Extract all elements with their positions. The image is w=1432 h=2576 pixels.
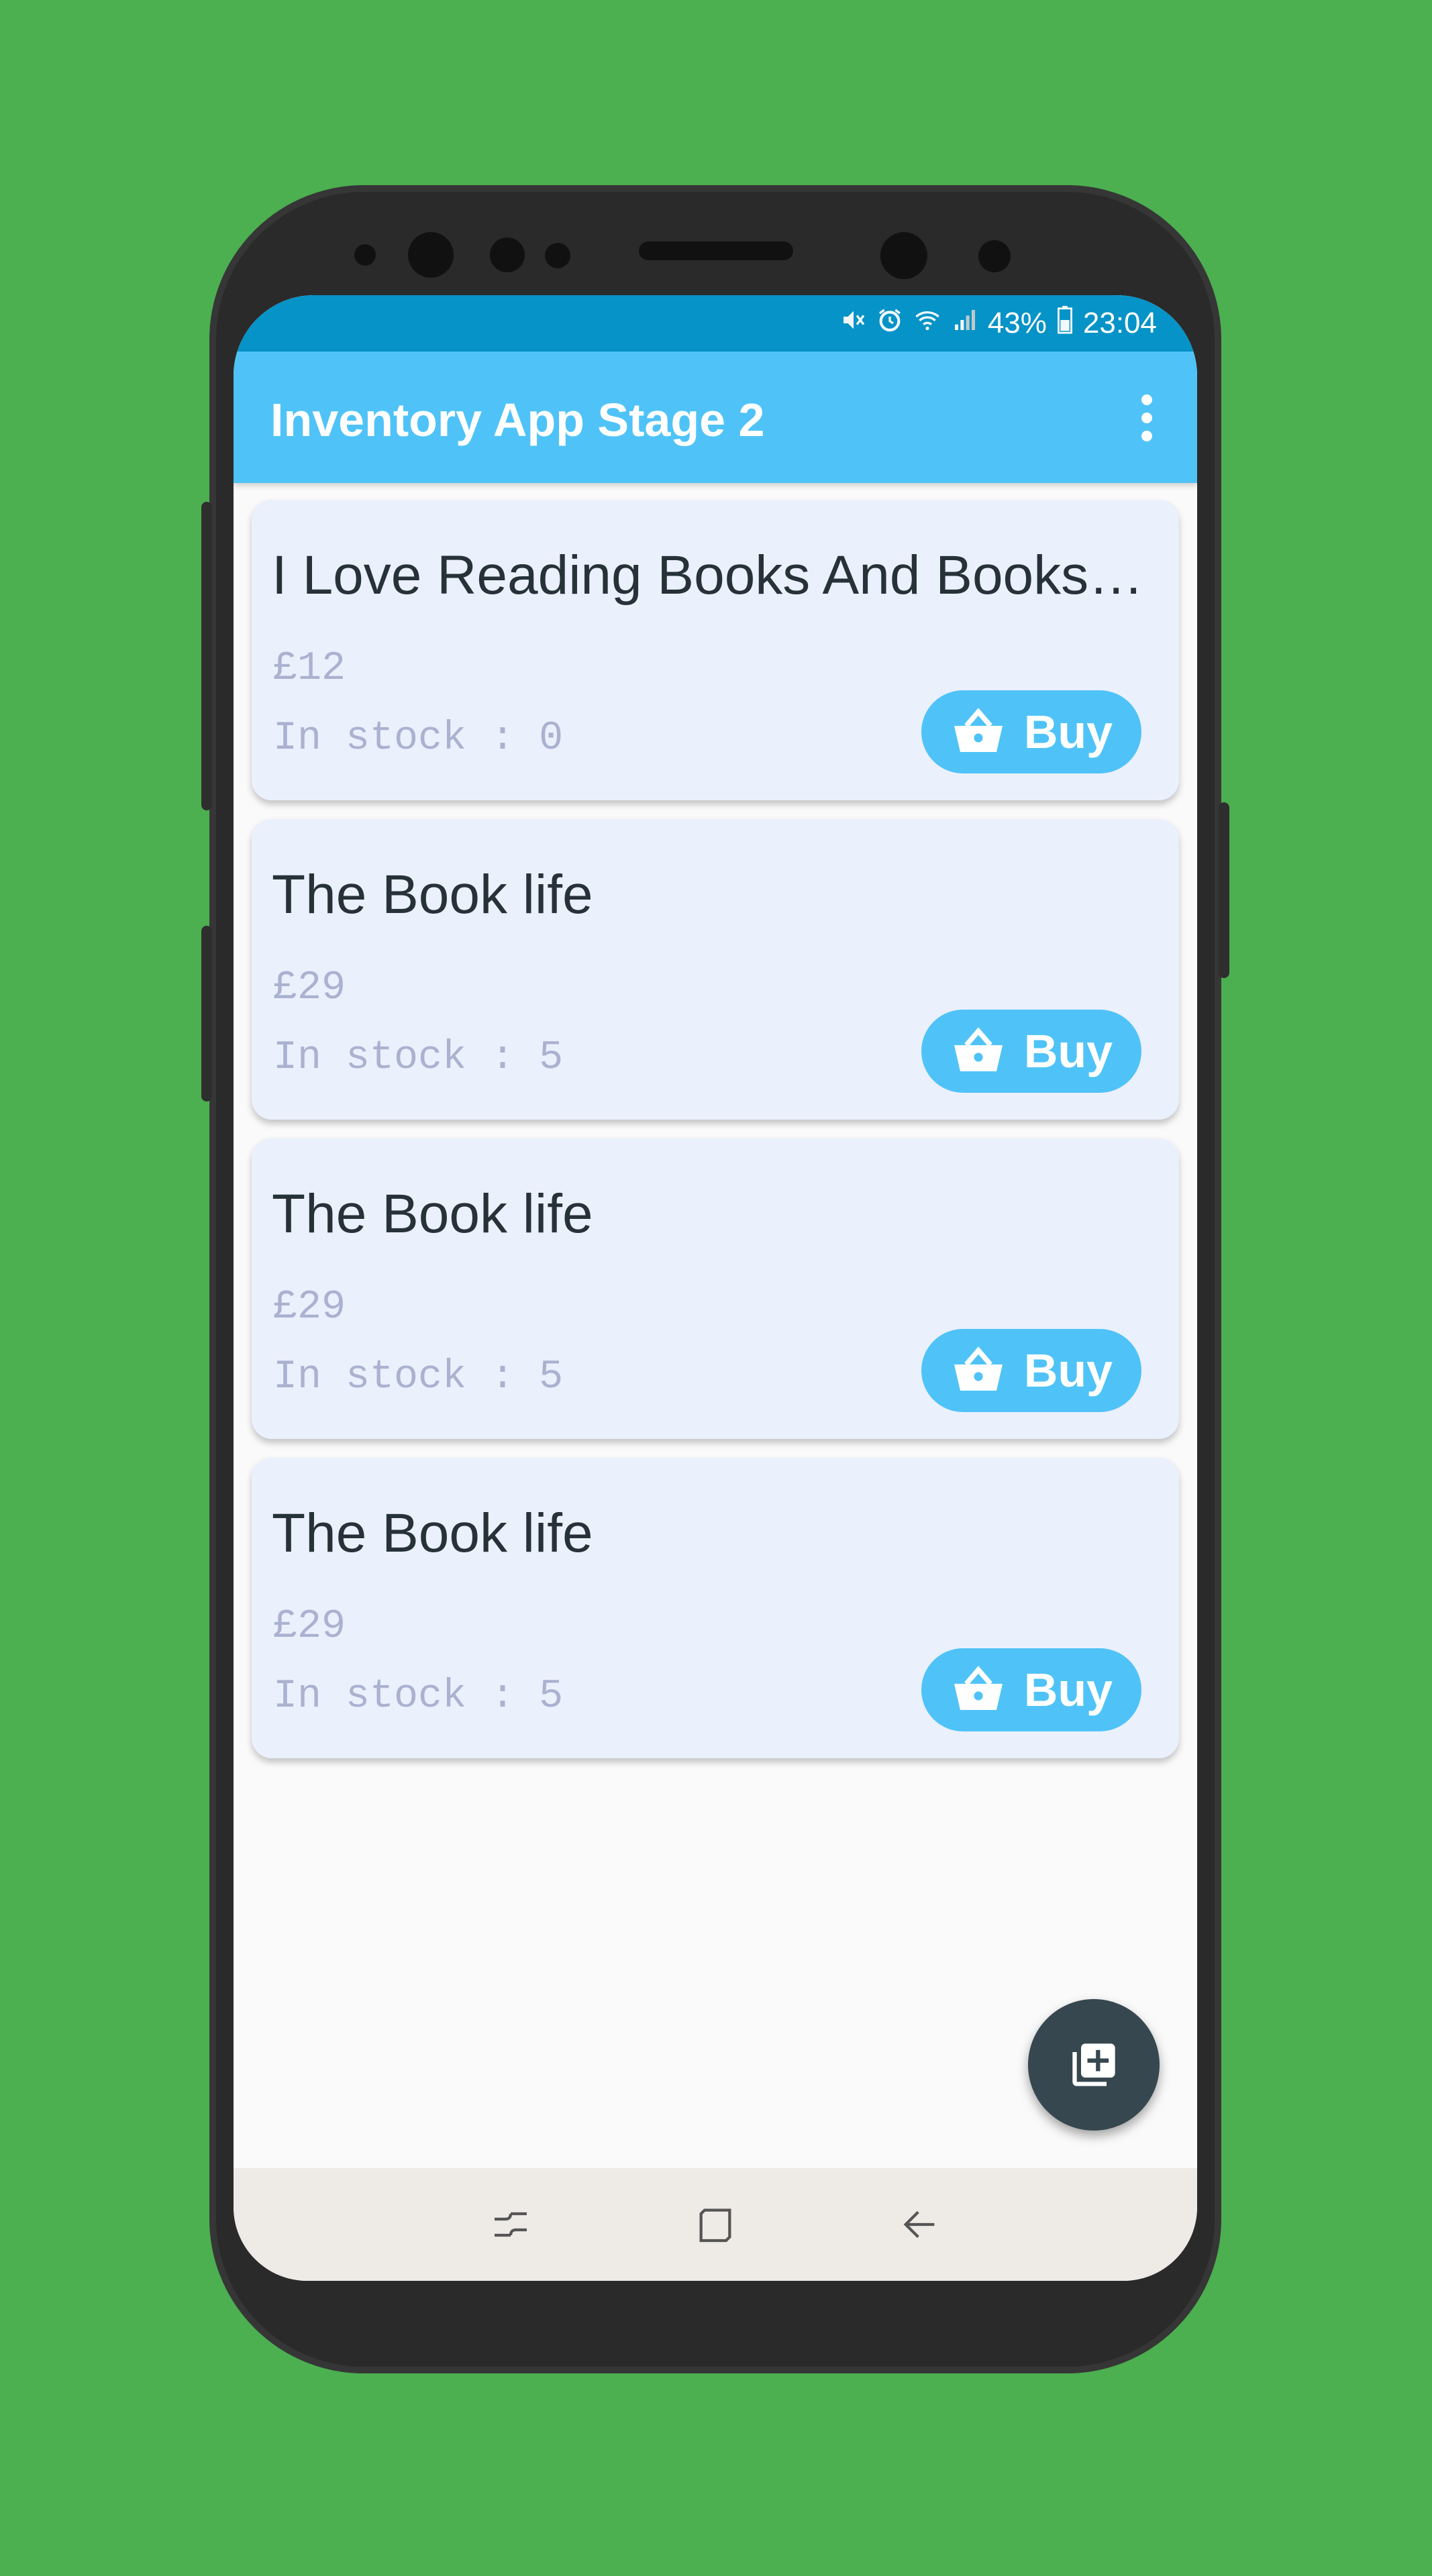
product-name: The Book life [272, 1183, 593, 1244]
buy-label: Buy [1023, 1025, 1113, 1077]
battery-percent: 43% [987, 307, 1047, 339]
power-button [1219, 802, 1229, 978]
battery-icon [1056, 306, 1074, 341]
product-card[interactable]: The Book life £29 In stock : 5 Buy [252, 1458, 1179, 1758]
add-product-button[interactable] [1028, 1999, 1160, 2131]
shopping-basket-icon [954, 1346, 1003, 1391]
clock: 23:04 [1082, 307, 1157, 339]
app-bar: Inventory App Stage 2 [234, 352, 1197, 483]
sensor-icon [354, 244, 376, 266]
sensor-icon [545, 243, 570, 268]
app-screen: 43% 23:04 Inventory App Stage 2 I Love R… [234, 295, 1197, 2281]
camera-icon [408, 232, 454, 278]
status-bar: 43% 23:04 [234, 295, 1197, 352]
back-icon[interactable] [880, 2184, 960, 2265]
signal-icon [952, 307, 978, 340]
product-stock: In stock : 5 [273, 1674, 564, 1719]
product-card[interactable]: The Book life £29 In stock : 5 Buy [252, 819, 1179, 1120]
app-title: Inventory App Stage 2 [270, 394, 765, 446]
shopping-basket-icon [954, 1666, 1003, 1710]
product-name: The Book life [272, 1503, 593, 1564]
sensor-icon [490, 237, 525, 272]
home-icon[interactable] [675, 2184, 756, 2265]
product-price: £29 [273, 1604, 346, 1650]
product-stock: In stock : 5 [273, 1035, 564, 1081]
add-to-library-icon [1072, 2043, 1115, 2086]
product-name: The Book life [272, 864, 593, 925]
buy-button[interactable]: Buy [921, 1329, 1141, 1412]
mute-icon [840, 307, 867, 340]
buy-button[interactable]: Buy [921, 1010, 1141, 1093]
more-vert-icon[interactable] [1137, 394, 1157, 441]
product-stock: In stock : 5 [273, 1354, 564, 1400]
product-card[interactable]: The Book life £29 In stock : 5 Buy [252, 1138, 1179, 1439]
front-camera-icon [880, 232, 927, 279]
buy-label: Buy [1023, 1344, 1113, 1397]
product-card[interactable]: I Love Reading Books And Books And Books… [252, 500, 1179, 800]
product-price: £12 [273, 646, 346, 692]
alarm-icon [876, 307, 903, 340]
shopping-basket-icon [954, 1027, 1003, 1071]
product-stock: In stock : 0 [273, 716, 564, 761]
product-price: £29 [273, 1285, 346, 1330]
product-name: I Love Reading Books And Books And Books [272, 545, 1151, 606]
recents-icon[interactable] [470, 2184, 551, 2265]
volume-button [201, 502, 212, 810]
buy-label: Buy [1023, 1664, 1113, 1716]
shopping-basket-icon [954, 708, 1003, 752]
wifi-icon [913, 307, 942, 340]
sensor-icon [978, 240, 1011, 272]
buy-button[interactable]: Buy [921, 1648, 1141, 1731]
earpiece-speaker [639, 241, 793, 260]
product-price: £29 [273, 965, 346, 1011]
buy-button[interactable]: Buy [921, 690, 1141, 773]
system-nav-bar [234, 2168, 1197, 2281]
buy-label: Buy [1023, 706, 1113, 758]
bixby-button [201, 926, 212, 1102]
